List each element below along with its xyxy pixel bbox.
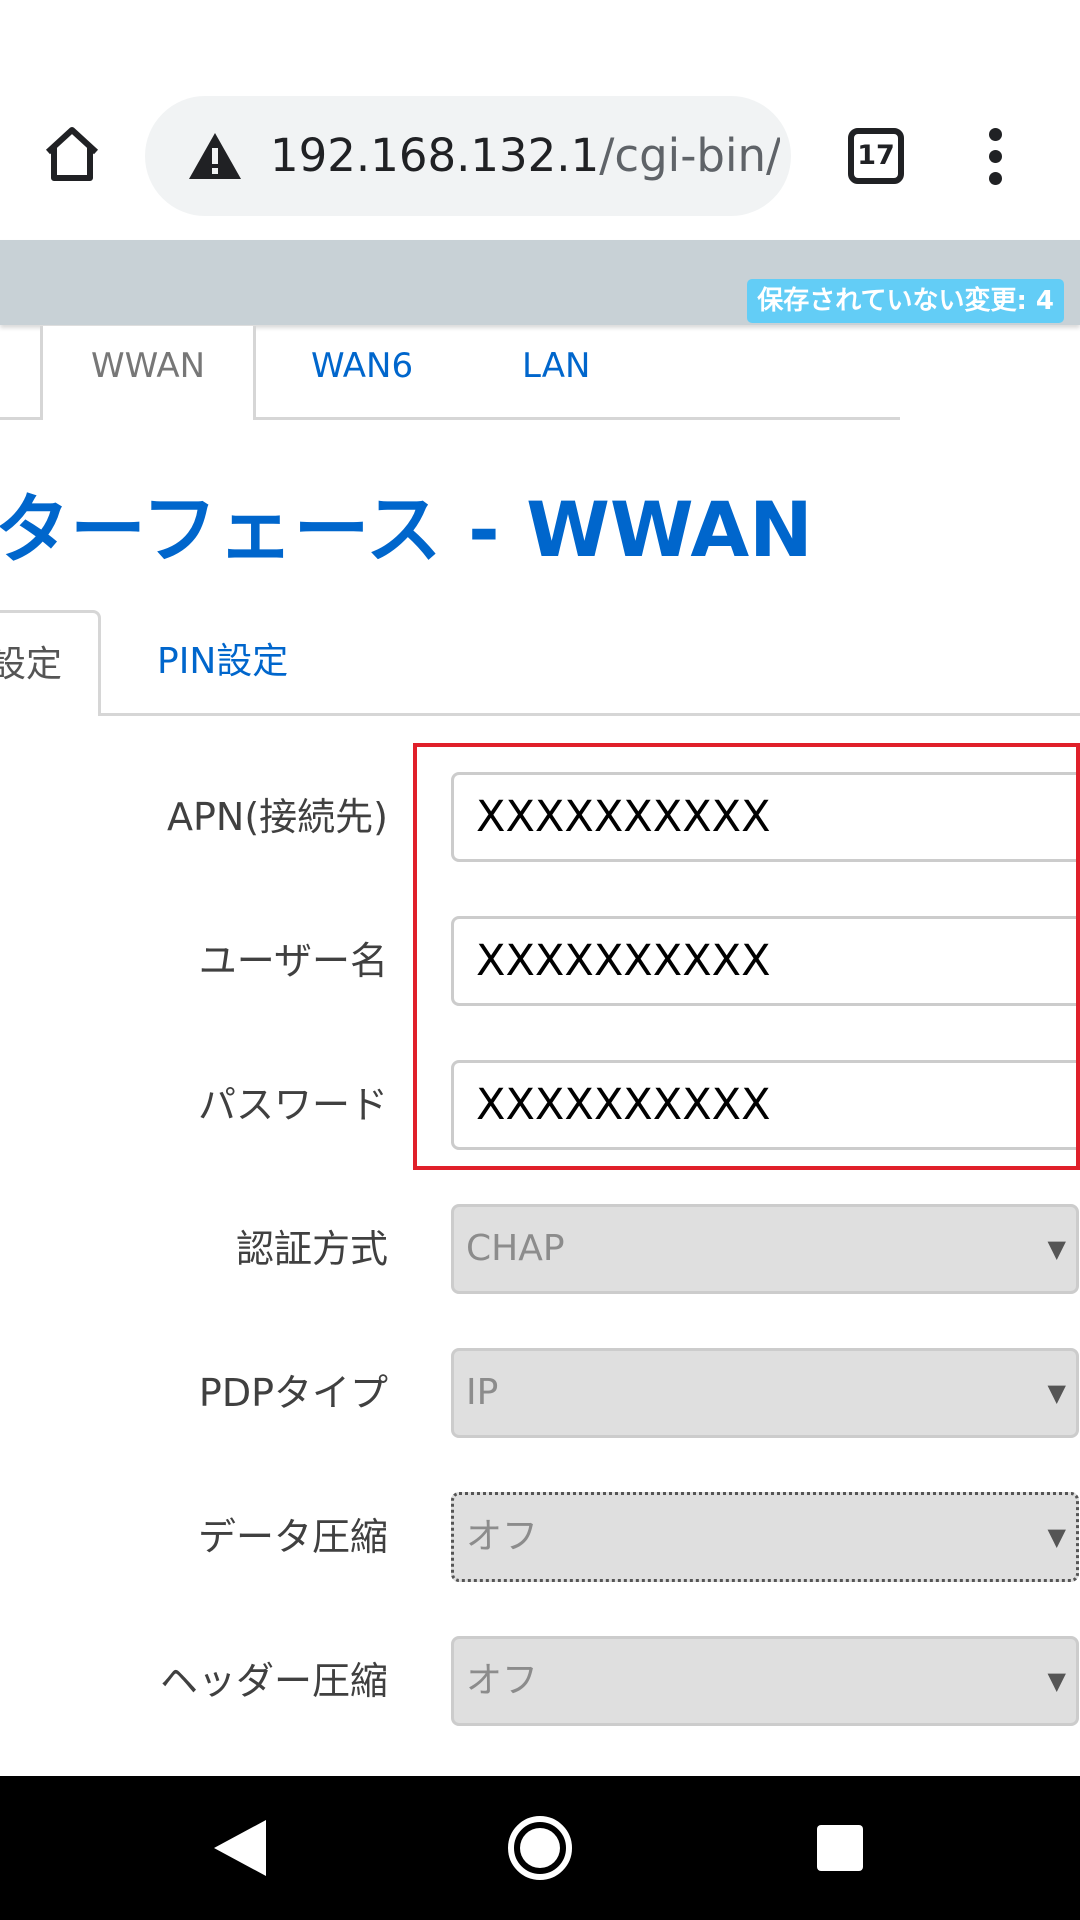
tabs-icon: 17: [848, 128, 904, 184]
pdp-select-value: IP: [466, 1372, 499, 1413]
password-label: パスワード: [197, 1083, 388, 1127]
chevron-down-icon: ▼: [1047, 1667, 1066, 1695]
auth-select[interactable]: CHAP ▼: [451, 1204, 1079, 1294]
luci-header: 保存されていない変更: 4: [0, 240, 1080, 325]
auth-label: 認証方式: [235, 1227, 388, 1271]
back-icon[interactable]: [210, 1816, 274, 1880]
username-row: ユーザー名: [0, 916, 1080, 1006]
header-compression-select[interactable]: オフ ▼: [451, 1636, 1079, 1726]
settings-tabs: 設定 PIN設定: [0, 610, 1080, 716]
tab-wwan[interactable]: WWAN: [40, 326, 256, 420]
home-icon[interactable]: [40, 122, 104, 186]
password-input[interactable]: [451, 1060, 1080, 1150]
data-compression-label: データ圧縮: [197, 1515, 388, 1559]
password-row: パスワード: [0, 1060, 1080, 1150]
header-compression-label: ヘッダー圧縮: [159, 1659, 388, 1703]
pdp-label: PDPタイプ: [198, 1371, 388, 1415]
tabs-button[interactable]: 17: [848, 128, 904, 184]
apn-row: APN(接続先): [0, 772, 1080, 862]
data-compression-row: データ圧縮 オフ ▼: [0, 1492, 1080, 1582]
username-label: ユーザー名: [198, 939, 388, 983]
url-path: /cgi-bin/: [599, 129, 780, 182]
tab-wan6[interactable]: WAN6: [311, 326, 413, 406]
pdp-select[interactable]: IP ▼: [451, 1348, 1079, 1438]
header-compression-row: ヘッダー圧縮 オフ ▼: [0, 1636, 1080, 1726]
chevron-down-icon: ▼: [1047, 1379, 1066, 1407]
warning-icon[interactable]: [187, 131, 243, 181]
unsaved-changes-badge[interactable]: 保存されていない変更: 4: [747, 279, 1064, 323]
page-title: ターフェース - WWAN: [0, 485, 813, 574]
home-circle-icon[interactable]: [508, 1816, 572, 1880]
header-compression-value: オフ: [466, 1660, 539, 1701]
tab-pin-settings[interactable]: PIN設定: [157, 610, 288, 716]
url-text[interactable]: 192.168.132.1/cgi-bin/: [270, 124, 780, 188]
chevron-down-icon: ▼: [1047, 1523, 1066, 1551]
screen: 192.168.132.1/cgi-bin/ 17 保存されていない変更: 4 …: [0, 0, 1080, 1920]
username-input[interactable]: [451, 916, 1080, 1006]
apn-input[interactable]: [451, 772, 1080, 862]
android-nav-bar: [0, 1776, 1080, 1920]
browser-toolbar: 192.168.132.1/cgi-bin/ 17: [0, 0, 1080, 240]
url-host: 192.168.132.1: [270, 129, 600, 182]
interface-tabs: WWAN WAN6 LAN: [0, 326, 900, 420]
auth-row: 認証方式 CHAP ▼: [0, 1204, 1080, 1294]
address-bar[interactable]: 192.168.132.1/cgi-bin/: [145, 96, 791, 216]
data-compression-select[interactable]: オフ ▼: [451, 1492, 1079, 1582]
auth-select-value: CHAP: [466, 1228, 565, 1269]
tab-lan[interactable]: LAN: [522, 326, 590, 406]
tab-general-settings[interactable]: 設定: [0, 610, 101, 716]
recents-icon[interactable]: [817, 1825, 863, 1871]
data-compression-value: オフ: [466, 1516, 539, 1557]
pdp-row: PDPタイプ IP ▼: [0, 1348, 1080, 1438]
apn-label: APN(接続先): [167, 795, 388, 839]
more-vert-icon[interactable]: [975, 128, 1017, 185]
chevron-down-icon: ▼: [1047, 1235, 1066, 1263]
